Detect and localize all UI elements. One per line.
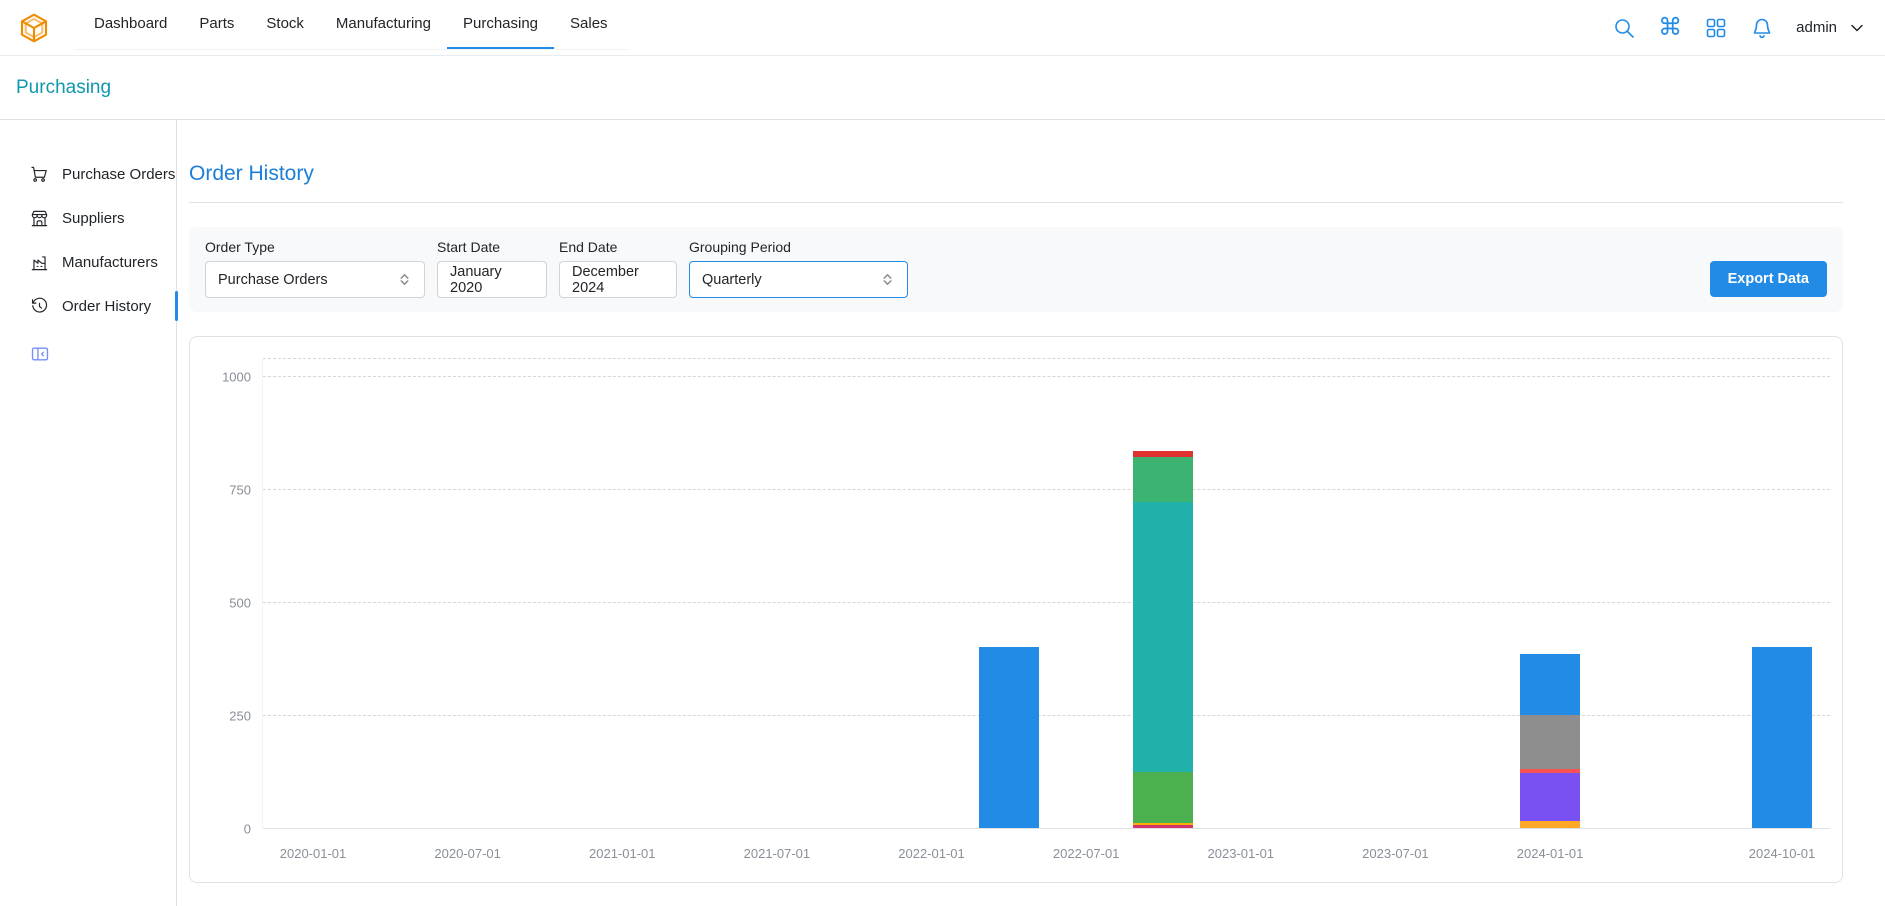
x-axis-tick-label: 2022-07-01 — [1053, 846, 1120, 861]
x-axis-tick-label: 2024-01-01 — [1517, 846, 1584, 861]
start-date-label: Start Date — [437, 239, 547, 255]
end-date-label: End Date — [559, 239, 677, 255]
command-palette-icon[interactable]: ⌘ — [1658, 16, 1682, 40]
y-axis-tick-label: 0 — [244, 822, 251, 837]
x-axis-tick-label: 2021-07-01 — [744, 846, 811, 861]
stacked-bar-2022-10-01[interactable] — [1133, 451, 1193, 828]
bar-segment — [1752, 647, 1812, 828]
collapse-sidebar-icon[interactable] — [30, 344, 50, 364]
start-date-input[interactable]: January 2020 — [437, 261, 547, 298]
bar-segment — [1133, 502, 1193, 772]
order-type-label: Order Type — [205, 239, 425, 255]
x-axis-tick-label: 2024-10-01 — [1749, 846, 1816, 861]
bar-segment — [979, 647, 1039, 828]
bar-segment — [1520, 654, 1580, 715]
sidebar-item-order-history[interactable]: Order History — [0, 284, 176, 328]
order-history-chart-card: 0 250 500 750 1000 2020-01-01 2020-07-01 2021-0… — [189, 336, 1843, 883]
y-axis-tick-label: 1000 — [222, 370, 251, 385]
scan-grid-icon[interactable] — [1704, 16, 1728, 40]
y-axis-tick-label: 750 — [229, 483, 251, 498]
grouping-period-select[interactable]: Quarterly — [689, 261, 908, 298]
order-type-value: Purchase Orders — [218, 272, 328, 288]
search-icon[interactable] — [1612, 16, 1636, 40]
stacked-bar-2024-10-01[interactable] — [1752, 647, 1812, 828]
history-clock-icon — [30, 297, 49, 316]
sidebar-item-label: Suppliers — [62, 210, 125, 227]
select-chevrons-icon — [397, 272, 412, 287]
title-divider — [189, 202, 1843, 203]
building-store-icon — [30, 209, 49, 228]
x-axis-tick-label: 2022-01-01 — [898, 846, 965, 861]
grouping-period-value: Quarterly — [702, 272, 762, 288]
gridline — [263, 358, 1830, 359]
select-chevrons-icon — [880, 272, 895, 287]
main-panel: Order History Order Type Purchase Orders… — [177, 120, 1885, 906]
x-axis-tick-label: 2020-01-01 — [280, 846, 347, 861]
tab-dashboard[interactable]: Dashboard — [78, 0, 183, 49]
breadcrumb: Purchasing — [0, 56, 1885, 120]
tab-purchasing[interactable]: Purchasing — [447, 0, 554, 49]
grouping-period-field: Grouping Period Quarterly — [689, 239, 908, 298]
page-title: Order History — [189, 162, 1843, 186]
stacked-bar-2022-04-01[interactable] — [979, 647, 1039, 828]
bar-segment — [1520, 773, 1580, 820]
stacked-bar-2024-01-01[interactable] — [1520, 654, 1580, 828]
export-data-button[interactable]: Export Data — [1710, 261, 1827, 297]
y-axis-tick-label: 250 — [229, 709, 251, 724]
content-area: Purchase Orders Suppliers Manufacturers … — [0, 120, 1885, 906]
sidebar-item-suppliers[interactable]: Suppliers — [0, 196, 176, 240]
user-menu[interactable]: admin — [1796, 18, 1867, 38]
order-type-select[interactable]: Purchase Orders — [205, 261, 425, 298]
sidebar-item-label: Purchase Orders — [62, 166, 175, 183]
tab-parts[interactable]: Parts — [183, 0, 250, 49]
shopping-cart-icon — [30, 165, 49, 184]
app-logo[interactable] — [18, 12, 50, 44]
bar-segment — [1520, 715, 1580, 769]
tab-stock[interactable]: Stock — [250, 0, 320, 49]
gridline — [263, 376, 1830, 377]
sidebar-item-label: Order History — [62, 298, 151, 315]
x-axis-tick-label: 2023-01-01 — [1208, 846, 1275, 861]
filter-panel: Order Type Purchase Orders Start Date Ja… — [189, 227, 1843, 312]
end-date-value: December 2024 — [572, 264, 664, 296]
x-axis-tick-label: 2020-07-01 — [434, 846, 501, 861]
end-date-input[interactable]: December 2024 — [559, 261, 677, 298]
chart-plot-area[interactable]: 025050075010002020-01-012020-07-012021-0… — [262, 359, 1830, 829]
navbar-actions: ⌘ admin — [1612, 16, 1867, 40]
grouping-period-label: Grouping Period — [689, 239, 908, 255]
x-axis-tick-label: 2021-01-01 — [589, 846, 656, 861]
start-date-field: Start Date January 2020 — [437, 239, 547, 298]
sidebar: Purchase Orders Suppliers Manufacturers … — [0, 120, 177, 906]
start-date-value: January 2020 — [450, 264, 534, 296]
tab-sales[interactable]: Sales — [554, 0, 624, 49]
factory-icon — [30, 253, 49, 272]
sidebar-item-manufacturers[interactable]: Manufacturers — [0, 240, 176, 284]
gridline — [263, 828, 1830, 829]
gridline — [263, 715, 1830, 716]
top-navbar: Dashboard Parts Stock Manufacturing Purc… — [0, 0, 1885, 56]
breadcrumb-page-title[interactable]: Purchasing — [16, 77, 111, 99]
order-type-field: Order Type Purchase Orders — [205, 239, 425, 298]
sidebar-item-purchase-orders[interactable]: Purchase Orders — [0, 152, 176, 196]
tab-manufacturing[interactable]: Manufacturing — [320, 0, 447, 49]
end-date-field: End Date December 2024 — [559, 239, 677, 298]
sidebar-item-label: Manufacturers — [62, 254, 158, 271]
x-axis-tick-label: 2023-07-01 — [1362, 846, 1429, 861]
chevron-down-icon — [1847, 18, 1867, 38]
notifications-bell-icon[interactable] — [1750, 16, 1774, 40]
bar-segment — [1133, 457, 1193, 502]
bar-segment — [1133, 772, 1193, 823]
bar-segment — [1520, 821, 1580, 828]
main-nav-tabs: Dashboard Parts Stock Manufacturing Purc… — [74, 0, 628, 50]
gridline — [263, 489, 1830, 490]
gridline — [263, 602, 1830, 603]
bar-segment — [1133, 825, 1193, 828]
y-axis-tick-label: 500 — [229, 596, 251, 611]
username-label: admin — [1796, 19, 1837, 36]
